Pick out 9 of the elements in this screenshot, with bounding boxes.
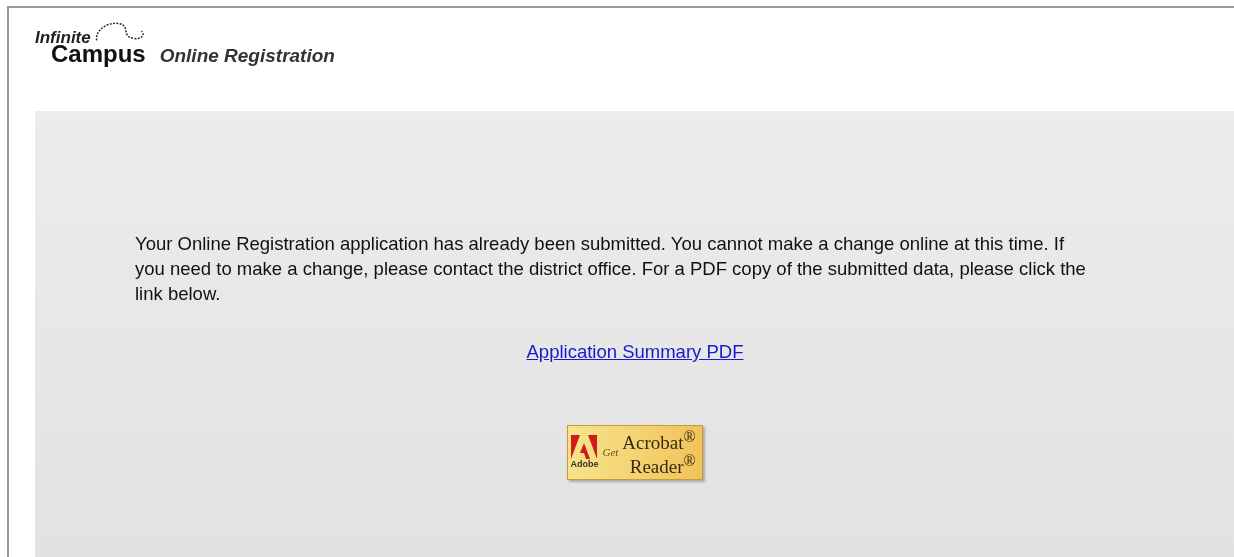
brand-text: Adobe (570, 459, 599, 470)
message-text: Your Online Registration application has already been submitted. You cannot make a change online at this time. If you need to make a change, please contact the district office. For a PDF copy of the submitted data, please click the link below. (135, 232, 1087, 306)
product-text: Reader$^{®}$ (629, 452, 696, 477)
app-title: Online Registration (159, 45, 335, 67)
adobe-logo-icon (571, 435, 598, 460)
product-text: Acrobat$^{®}$ (622, 428, 696, 453)
acrobat-reader-badge[interactable]: Adobe Get Acrobat$^{®}$ Reader$^{®}$ (567, 425, 703, 480)
pdf-link[interactable]: Application Summary PDF (526, 341, 744, 363)
get-text: Get (602, 446, 619, 459)
